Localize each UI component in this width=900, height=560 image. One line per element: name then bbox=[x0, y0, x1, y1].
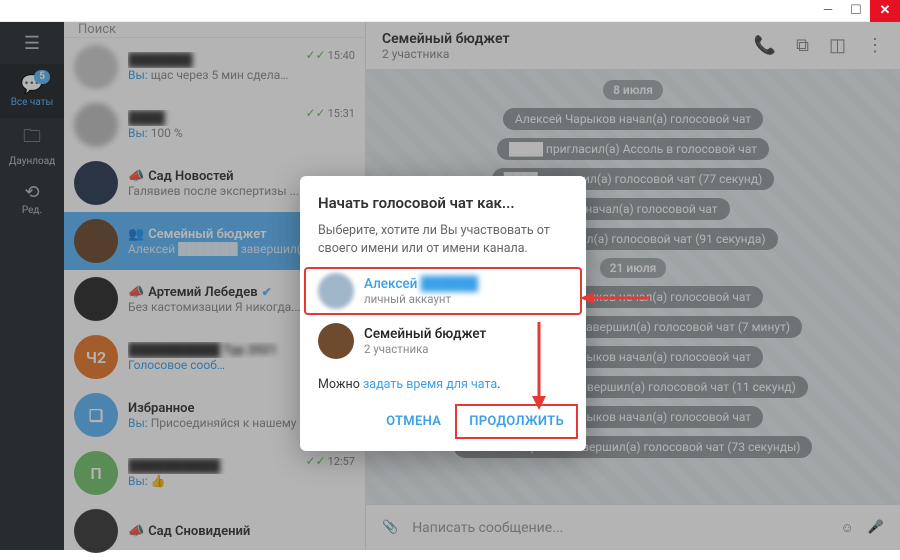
identity-option-name: Алексей ██████ bbox=[364, 276, 478, 292]
identity-option[interactable]: Семейный бюджет2 участника bbox=[304, 317, 582, 365]
schedule-time-link[interactable]: задать время для чата bbox=[363, 377, 497, 392]
cancel-button[interactable]: ОТМЕНА bbox=[374, 406, 453, 437]
dialog-description: Выберите, хотите ли Вы участвовать от св… bbox=[300, 222, 586, 265]
annotation-arrow-left bbox=[580, 288, 650, 308]
modal-overlay[interactable]: Начать голосовой чат как... Выберите, хо… bbox=[0, 22, 900, 550]
dialog-hint-prefix: Можно bbox=[318, 377, 363, 392]
dialog-title: Начать голосовой чат как... bbox=[300, 194, 586, 222]
window-titlebar: — ☐ ✕ bbox=[0, 0, 900, 22]
identity-option-name: Семейный бюджет bbox=[364, 326, 486, 342]
window-minimize-button[interactable]: — bbox=[814, 0, 842, 22]
avatar bbox=[318, 323, 354, 359]
window-close-button[interactable]: ✕ bbox=[870, 0, 900, 22]
dialog-hint: Можно задать время для чата. bbox=[300, 367, 586, 406]
dialog-hint-suffix: . bbox=[497, 377, 500, 392]
identity-option-body: Алексей ██████личный аккаунт bbox=[364, 276, 478, 306]
continue-button[interactable]: ПРОДОЛЖИТЬ bbox=[457, 406, 576, 437]
identity-option-body: Семейный бюджет2 участника bbox=[364, 326, 486, 356]
avatar bbox=[318, 273, 354, 309]
identity-option-sub: личный аккаунт bbox=[364, 292, 478, 306]
identity-option-sub: 2 участника bbox=[364, 342, 486, 356]
start-voice-chat-dialog: Начать голосовой чат как... Выберите, хо… bbox=[300, 176, 586, 451]
identity-option[interactable]: Алексей ██████личный аккаунт bbox=[304, 267, 582, 315]
window-maximize-button[interactable]: ☐ bbox=[842, 0, 870, 22]
